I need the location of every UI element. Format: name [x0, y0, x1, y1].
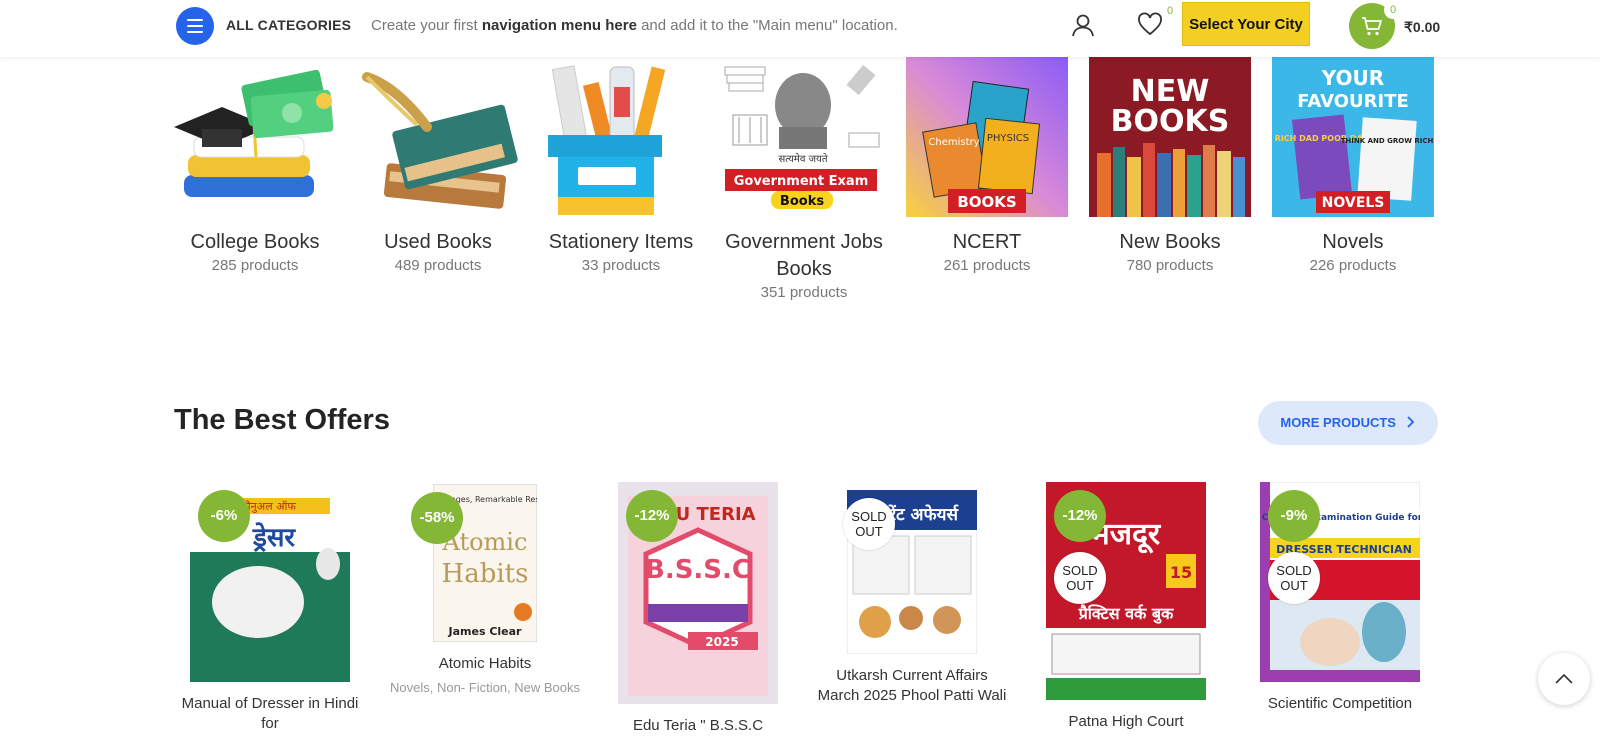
- discount-badge: -12%: [1054, 490, 1106, 542]
- svg-text:2025: 2025: [705, 635, 738, 649]
- product-image[interactable]: मजदूर 15 प्रैक्टिस वर्क बुक -12% SOLD OUT: [1046, 482, 1206, 700]
- category-image[interactable]: [357, 57, 519, 217]
- category-name[interactable]: Used Books: [357, 229, 519, 256]
- category-count: 489 products: [394, 257, 482, 274]
- svg-text:Books: Books: [780, 194, 824, 209]
- product-card[interactable]: करेंट अफेयर्स SOLD OUT Utkarsh Current Af…: [817, 482, 1007, 706]
- category-count: 780 products: [1126, 257, 1214, 274]
- category-count: 285 products: [211, 257, 299, 274]
- svg-text:BOOKS: BOOKS: [1111, 104, 1230, 139]
- category-image[interactable]: Chemistry PHYSICS BOOKS: [906, 57, 1068, 217]
- category-new-books[interactable]: NEW BOOKS New Books 780 products: [1089, 57, 1251, 274]
- cart-count-badge: 0: [1384, 1, 1402, 19]
- wishlist-count-badge: 0: [1161, 2, 1179, 20]
- category-count: 351 products: [760, 284, 848, 301]
- nav-menu-link[interactable]: navigation menu here: [482, 17, 637, 34]
- sold-out-badge: SOLD OUT: [1054, 552, 1106, 604]
- product-name[interactable]: Manual of Dresser in Hindi for: [175, 694, 365, 734]
- product-card[interactable]: मैनुअल ऑफ ड्रेसर -6% Manual of Dresser i…: [175, 482, 365, 734]
- product-card[interactable]: EDU TERIA B.S.S.C 2025 -12% Edu Teria " …: [603, 482, 793, 736]
- svg-text:YOUR: YOUR: [1321, 66, 1384, 90]
- category-novels[interactable]: YOUR FAVOURITE RICH DAD POOR DAD THINK A…: [1272, 57, 1434, 274]
- cart-total: ₹0.00: [1404, 19, 1441, 35]
- svg-text:BOOKS: BOOKS: [957, 193, 1016, 211]
- svg-text:James Clear: James Clear: [448, 625, 523, 638]
- product-name[interactable]: Patna High Court: [1031, 712, 1221, 732]
- category-name[interactable]: New Books: [1089, 229, 1251, 256]
- product-name[interactable]: Utkarsh Current Affairs March 2025 Phool…: [817, 666, 1007, 706]
- product-image[interactable]: EDU TERIA B.S.S.C 2025 -12%: [618, 482, 778, 704]
- svg-text:Chemistry: Chemistry: [928, 137, 979, 148]
- heart-icon[interactable]: [1137, 12, 1163, 38]
- product-categories[interactable]: Novels, Non- Fiction, New Books: [390, 678, 580, 698]
- category-count: 226 products: [1309, 257, 1397, 274]
- discount-badge: -58%: [411, 492, 463, 544]
- section-title: The Best Offers: [174, 404, 390, 436]
- svg-text:ड्रेसर: ड्रेसर: [252, 522, 296, 553]
- category-name[interactable]: College Books: [174, 229, 336, 256]
- category-image[interactable]: [174, 57, 336, 217]
- category-image[interactable]: [540, 57, 702, 217]
- svg-text:PHYSICS: PHYSICS: [987, 133, 1029, 144]
- svg-text:B.S.S.C: B.S.S.C: [645, 555, 751, 585]
- svg-text:Government Exam: Government Exam: [734, 174, 869, 189]
- product-image[interactable]: मैनुअल ऑफ ड्रेसर -6%: [190, 482, 350, 682]
- site-header: ALL CATEGORIES Create your first navigat…: [0, 0, 1600, 57]
- select-city-button[interactable]: Select Your City: [1182, 2, 1310, 46]
- category-name[interactable]: Novels: [1272, 229, 1434, 256]
- menu-hamburger-button[interactable]: [176, 7, 214, 45]
- product-image[interactable]: Common Examination Guide for DRESSER TEC…: [1259, 481, 1423, 683]
- svg-text:FAVOURITE: FAVOURITE: [1297, 91, 1409, 112]
- category-college-books[interactable]: College Books 285 products: [174, 57, 336, 274]
- scroll-to-top-button[interactable]: [1538, 653, 1590, 705]
- category-government-jobs-books[interactable]: सत्यमेव जयते Government Exam Books Gover…: [723, 57, 885, 301]
- product-card[interactable]: Tiny Changes, Remarkable Results Atomic …: [390, 482, 580, 698]
- category-used-books[interactable]: Used Books 489 products: [357, 57, 519, 274]
- all-categories-link[interactable]: ALL CATEGORIES: [226, 17, 351, 33]
- cart-icon: [1362, 17, 1382, 36]
- category-name[interactable]: Government Jobs Books: [723, 229, 885, 283]
- product-image[interactable]: Tiny Changes, Remarkable Results Atomic …: [411, 483, 554, 643]
- svg-text:THINK AND GROW RICH: THINK AND GROW RICH: [1341, 137, 1434, 145]
- svg-text:मैनुअल ऑफ: मैनुअल ऑफ: [244, 500, 296, 513]
- user-icon[interactable]: [1070, 12, 1096, 38]
- product-name[interactable]: Scientific Competition: [1245, 694, 1435, 714]
- category-name[interactable]: Stationery Items: [540, 229, 702, 256]
- more-products-button[interactable]: MORE PRODUCTS: [1258, 401, 1438, 445]
- svg-text:NOVELS: NOVELS: [1322, 195, 1385, 211]
- product-card[interactable]: मजदूर 15 प्रैक्टिस वर्क बुक -12% SOLD OUT…: [1031, 482, 1221, 732]
- product-name[interactable]: Edu Teria " B.S.S.C: [603, 716, 793, 736]
- discount-badge: -12%: [626, 490, 678, 542]
- category-ncert[interactable]: Chemistry PHYSICS BOOKS NCERT 261 produc…: [906, 57, 1068, 274]
- category-count: 33 products: [581, 257, 661, 274]
- category-stationery-items[interactable]: Stationery Items 33 products: [540, 57, 702, 274]
- svg-text:Habits: Habits: [442, 559, 529, 589]
- chevron-right-icon: [1406, 416, 1414, 428]
- product-card[interactable]: Common Examination Guide for DRESSER TEC…: [1245, 481, 1435, 714]
- sold-out-badge: SOLD OUT: [1268, 552, 1320, 604]
- sold-out-badge: SOLD OUT: [843, 498, 895, 550]
- category-count: 261 products: [943, 257, 1031, 274]
- chevron-up-icon: [1555, 673, 1573, 684]
- product-name[interactable]: Atomic Habits: [390, 654, 580, 674]
- category-image[interactable]: NEW BOOKS: [1089, 57, 1251, 217]
- discount-badge: -9%: [1268, 490, 1320, 542]
- category-image[interactable]: सत्यमेव जयते Government Exam Books: [723, 57, 885, 217]
- product-image[interactable]: करेंट अफेयर्स SOLD OUT: [843, 489, 978, 655]
- svg-text:सत्यमेव जयते: सत्यमेव जयते: [778, 153, 827, 165]
- discount-badge: -6%: [198, 490, 250, 542]
- nav-placeholder-message: Create your first navigation menu here a…: [371, 17, 898, 34]
- svg-text:15: 15: [1170, 563, 1192, 582]
- category-image[interactable]: YOUR FAVOURITE RICH DAD POOR DAD THINK A…: [1272, 57, 1434, 217]
- svg-text:प्रैक्टिस वर्क बुक: प्रैक्टिस वर्क बुक: [1078, 604, 1174, 624]
- category-name[interactable]: NCERT: [906, 229, 1068, 256]
